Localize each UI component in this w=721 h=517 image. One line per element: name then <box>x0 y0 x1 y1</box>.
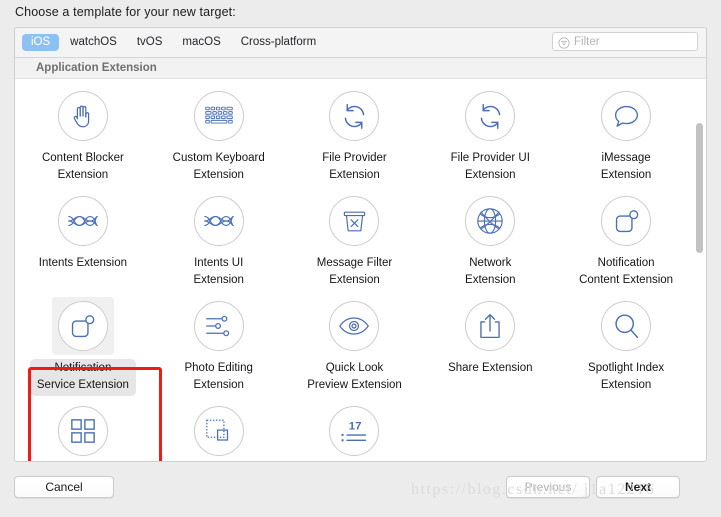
next-button[interactable]: Next <box>596 476 680 498</box>
section-header: Application Extension <box>15 58 706 79</box>
template-icon-wrapper <box>595 192 657 250</box>
template-icon-wrapper <box>323 192 385 250</box>
template-item-network-extension[interactable]: Network Extension <box>422 192 558 297</box>
template-item-intents-extension[interactable]: Intents Extension <box>15 192 151 297</box>
template-icon-wrapper <box>459 297 521 355</box>
template-icon-wrapper: 17 <box>323 402 385 460</box>
siri-waves-icon <box>57 196 108 246</box>
magnifier-icon <box>601 301 652 351</box>
refresh-icon <box>329 91 380 141</box>
template-icon-wrapper <box>188 297 250 355</box>
template-item-label: Quick Look Preview Extension <box>307 362 402 391</box>
speech-bubble-icon <box>601 91 652 141</box>
notification-badge-icon <box>57 301 108 351</box>
template-item-label: Intents UI Extension <box>193 257 244 286</box>
template-item-label: Spotlight Index Extension <box>588 362 665 391</box>
template-item-empty <box>558 402 694 461</box>
template-icon-wrapper <box>459 87 521 145</box>
template-item-imessage-extension[interactable]: iMessage Extension <box>558 87 694 192</box>
hand-icon <box>57 91 108 141</box>
eye-icon <box>329 301 380 351</box>
notification-badge-icon <box>601 196 652 246</box>
template-icon-wrapper <box>459 402 521 460</box>
template-item-quick-look-preview-extension[interactable]: Quick Look Preview Extension <box>287 297 423 402</box>
previous-button[interactable]: Previous <box>506 476 590 498</box>
template-item-label: Share Extension <box>448 362 533 374</box>
globe-icon <box>465 196 516 246</box>
refresh-icon <box>465 91 516 141</box>
trash-x-icon <box>329 196 380 246</box>
template-item-label: Custom Keyboard Extension <box>172 152 265 181</box>
template-item-today-17-icon[interactable]: 17 <box>287 402 423 461</box>
template-icon-wrapper <box>188 402 250 460</box>
template-grid-scroll-area[interactable]: Content Blocker Extension Custom Keyboard… <box>15 79 706 461</box>
template-item-dotted-square-icon[interactable] <box>151 402 287 461</box>
template-chooser-panel: iOS watchOS tvOS macOS Cross-platform Filter… <box>14 27 707 462</box>
tab-macos[interactable]: macOS <box>173 34 229 51</box>
template-icon-wrapper <box>52 402 114 460</box>
template-item-content-blocker-extension[interactable]: Content Blocker Extension <box>15 87 151 192</box>
cancel-button[interactable]: Cancel <box>14 476 114 498</box>
siri-waves-icon <box>193 196 244 246</box>
template-item-message-filter-extension[interactable]: Message Filter Extension <box>287 192 423 297</box>
template-grid: Content Blocker Extension Custom Keyboard… <box>15 79 694 461</box>
share-icon <box>465 301 516 351</box>
template-item-notification-service-extension[interactable]: Notification Service Extension <box>15 297 151 402</box>
dotted-square-icon <box>193 406 244 456</box>
template-icon-wrapper <box>51 297 114 355</box>
template-icon-wrapper <box>595 297 657 355</box>
keyboard-icon <box>193 91 244 141</box>
template-item-label: iMessage Extension <box>600 152 652 181</box>
template-item-grid-squares-icon[interactable] <box>15 402 151 461</box>
grid-squares-icon <box>57 406 108 456</box>
tab-cross-platform[interactable]: Cross-platform <box>232 34 325 51</box>
template-icon-wrapper <box>52 192 114 250</box>
template-item-photo-editing-extension[interactable]: Photo Editing Extension <box>151 297 287 402</box>
platform-tabs[interactable]: iOS watchOS tvOS macOS Cross-platform <box>15 34 325 51</box>
template-item-share-extension[interactable]: Share Extension <box>422 297 558 402</box>
template-item-label: File Provider UI Extension <box>450 152 530 181</box>
template-item-label: File Provider Extension <box>322 152 387 181</box>
svg-text:17: 17 <box>349 420 362 432</box>
template-item-label: Notification Content Extension <box>579 257 674 286</box>
template-item-spotlight-index-extension[interactable]: Spotlight Index Extension <box>558 297 694 402</box>
template-item-label: Intents Extension <box>38 257 128 269</box>
template-item-intents-ui-extension[interactable]: Intents UI Extension <box>151 192 287 297</box>
template-item-label: Network Extension <box>465 257 516 286</box>
tab-watchos[interactable]: watchOS <box>61 34 126 51</box>
tab-ios[interactable]: iOS <box>22 34 60 51</box>
scrollbar-thumb[interactable] <box>696 123 703 253</box>
template-item-label: Content Blocker Extension <box>41 152 124 181</box>
filter-field[interactable]: Filter <box>552 32 698 51</box>
template-icon-wrapper <box>459 192 521 250</box>
today-17-icon: 17 <box>329 406 380 456</box>
sliders-icon <box>193 301 244 351</box>
template-item-label: Notification Service Extension <box>29 359 136 396</box>
filter-icon <box>558 36 570 49</box>
template-icon-wrapper <box>595 87 657 145</box>
template-item-file-provider-ui-extension[interactable]: File Provider UI Extension <box>422 87 558 192</box>
platform-toolbar: iOS watchOS tvOS macOS Cross-platform Filter <box>15 28 706 58</box>
template-item-empty <box>422 402 558 461</box>
template-icon-wrapper <box>595 402 657 460</box>
template-item-notification-content-extension[interactable]: Notification Content Extension <box>558 192 694 297</box>
vertical-scrollbar[interactable] <box>696 83 703 458</box>
section-header-label: Application Extension <box>36 62 157 74</box>
page-title: Choose a template for your new target: <box>15 5 236 19</box>
template-item-file-provider-extension[interactable]: File Provider Extension <box>287 87 423 192</box>
filter-placeholder: Filter <box>574 35 600 48</box>
template-item-label: Photo Editing Extension <box>184 362 253 391</box>
template-item-label: Message Filter Extension <box>316 257 393 286</box>
template-icon-wrapper <box>52 87 114 145</box>
template-item-custom-keyboard-extension[interactable]: Custom Keyboard Extension <box>151 87 287 192</box>
template-icon-wrapper <box>188 192 250 250</box>
tab-tvos[interactable]: tvOS <box>128 34 172 51</box>
template-icon-wrapper <box>323 87 385 145</box>
template-icon-wrapper <box>323 297 385 355</box>
template-icon-wrapper <box>188 87 250 145</box>
